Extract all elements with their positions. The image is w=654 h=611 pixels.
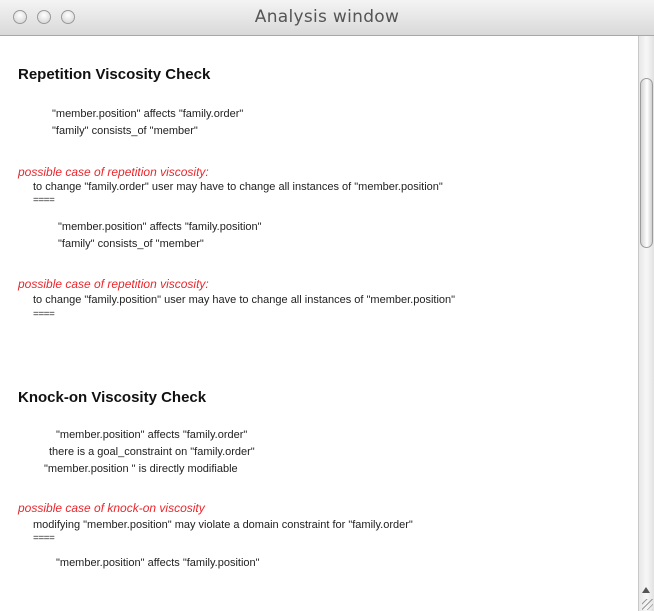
repetition-block1-line1: "member.position" affects "family.order" (52, 108, 244, 120)
title-bar: Analysis window (0, 0, 654, 36)
knockon-block1-line2: there is a goal_constraint on "family.or… (49, 446, 255, 458)
scrollbar-thumb[interactable] (640, 78, 653, 248)
repetition-separator-1: ==== (33, 195, 55, 206)
knockon-block1-line3: "member.position " is directly modifiabl… (44, 463, 238, 475)
window-title: Analysis window (254, 7, 400, 27)
repetition-separator-2: ==== (33, 309, 55, 320)
vertical-scrollbar[interactable] (638, 36, 654, 611)
repetition-section-title: Repetition Viscosity Check (18, 66, 211, 83)
repetition-message-1: to change "family.order" user may have t… (33, 181, 443, 193)
knockon-block1-line1: "member.position" affects "family.order" (56, 429, 248, 441)
repetition-message-2: to change "family.position" user may hav… (33, 294, 456, 306)
knockon-section-title: Knock-on Viscosity Check (18, 389, 207, 406)
knockon-separator-1: ==== (33, 533, 55, 544)
knockon-block2-line1: "member.position" affects "family.positi… (56, 557, 260, 569)
resize-grip-icon[interactable] (642, 599, 653, 610)
analysis-text-area[interactable]: Repetition Viscosity Check "member.posit… (0, 36, 638, 611)
repetition-block2-line1: "member.position" affects "family.positi… (58, 221, 262, 233)
repetition-warning-2: possible case of repetition viscosity: (18, 277, 209, 291)
scroll-up-arrow-icon[interactable] (642, 587, 650, 593)
repetition-block1-line2: "family" consists_of "member" (52, 125, 198, 137)
repetition-warning-1: possible case of repetition viscosity: (18, 165, 209, 179)
repetition-block2-line2: "family" consists_of "member" (58, 238, 204, 250)
knockon-warning-1: possible case of knock-on viscosity (18, 501, 205, 515)
knockon-message-1: modifying "member.position" may violate … (33, 519, 413, 531)
